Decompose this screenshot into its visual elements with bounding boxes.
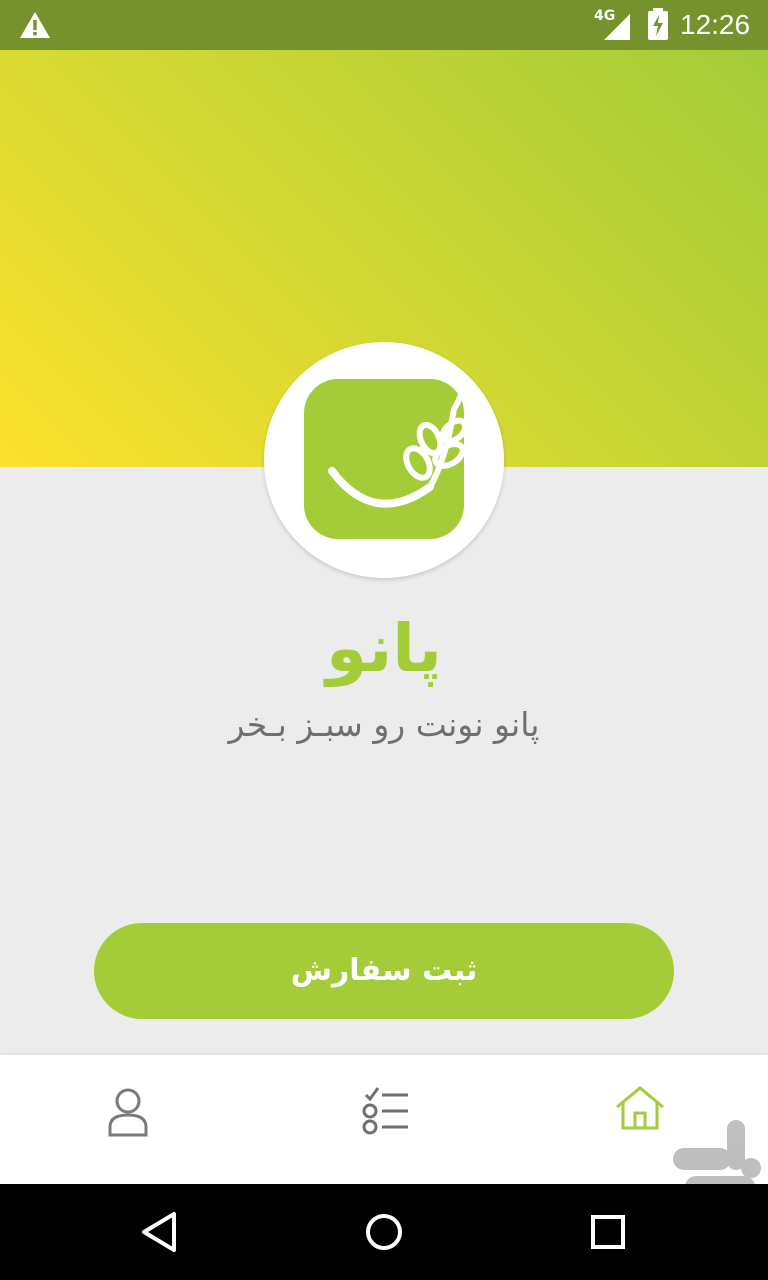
orders-list-icon (362, 1087, 408, 1135)
battery-charging-icon (648, 8, 668, 40)
home-icon (616, 1086, 664, 1130)
back-icon[interactable] (136, 1208, 184, 1256)
brand-name: پانو (326, 610, 442, 687)
order-button[interactable]: ثبت سفارش (94, 923, 674, 1019)
home-system-icon[interactable] (360, 1208, 408, 1256)
logo-badge (264, 342, 504, 578)
recents-icon[interactable] (584, 1208, 632, 1256)
profile-icon (108, 1088, 148, 1137)
tagline: پانو نونت رو سبـز بـخر (228, 705, 540, 744)
nav-item-orders[interactable] (256, 1055, 512, 1184)
signal-icon (604, 14, 630, 40)
system-nav-bar (0, 1184, 768, 1280)
clock: 12:26 (680, 9, 751, 40)
nav-item-profile[interactable] (0, 1055, 256, 1184)
warning-icon (20, 12, 50, 38)
status-bar: 4G 12:26 (0, 0, 768, 50)
bottom-nav (0, 1055, 768, 1184)
wheat-logo-icon (304, 379, 464, 539)
